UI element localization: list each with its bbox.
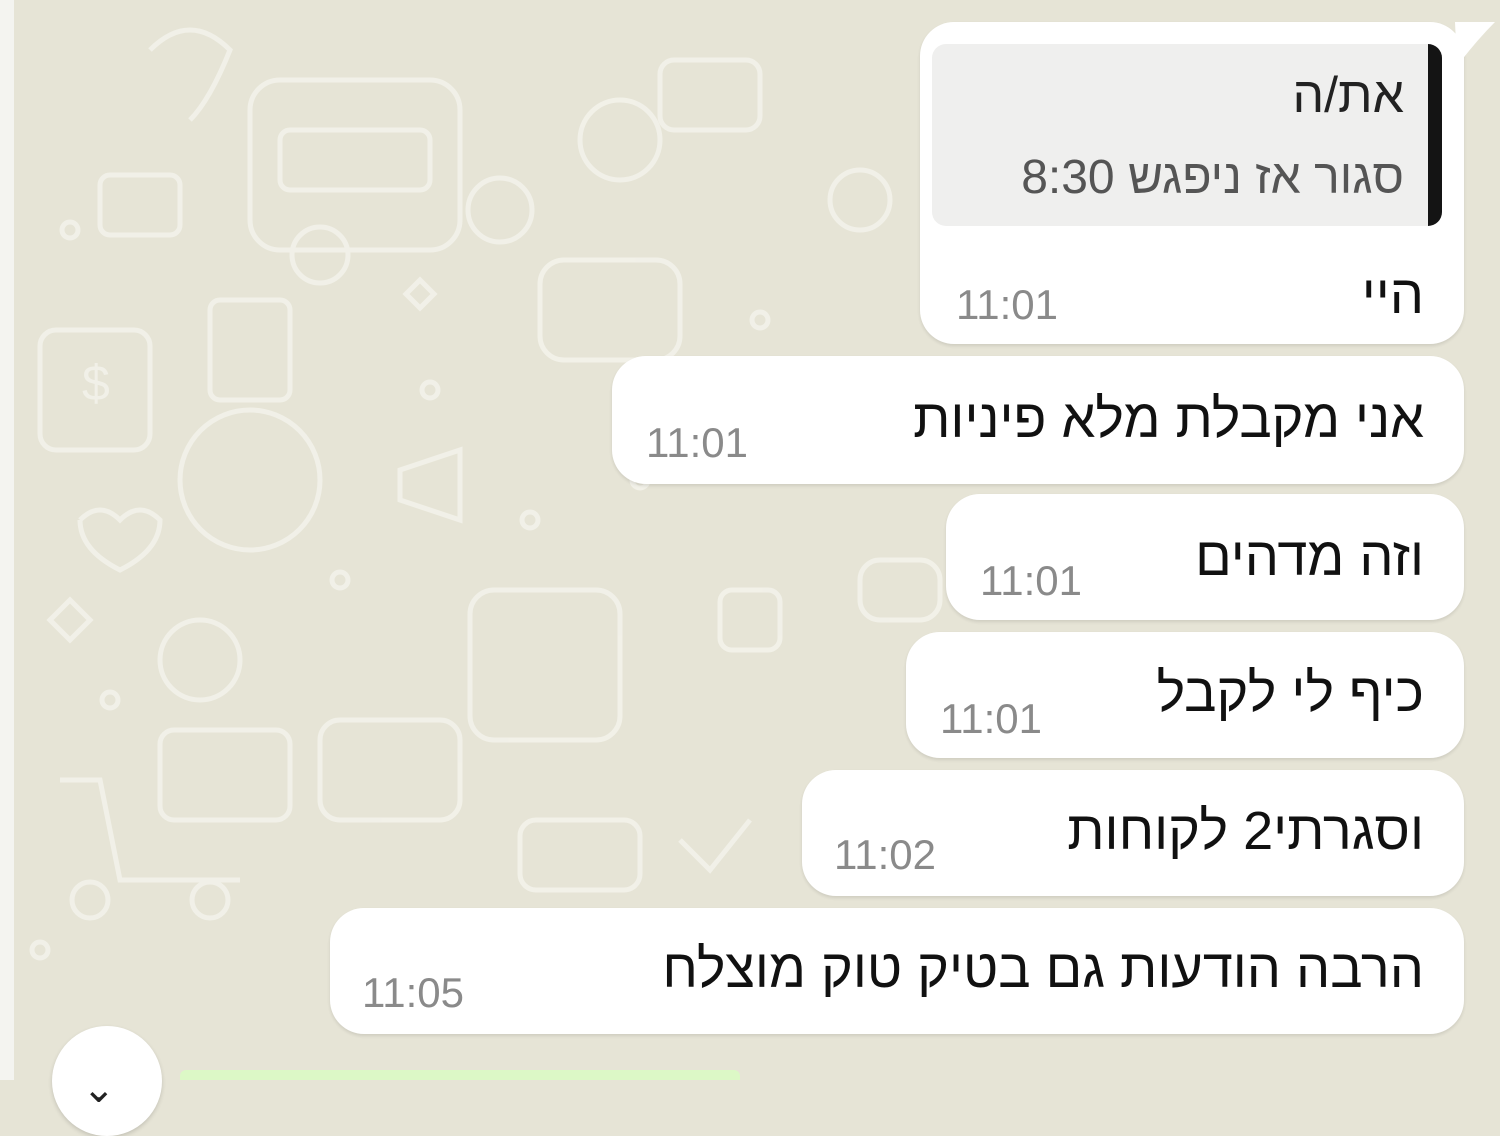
message-bubble[interactable]: כיף לי לקבל 11:01 [906,632,1464,758]
message-time: 11:02 [834,831,936,878]
message-text: היי [1361,265,1424,325]
chevron-down-icon: ⌄ [82,1067,116,1111]
message-time: 11:01 [980,557,1082,604]
message-time: 11:01 [646,419,748,466]
message-bubble[interactable]: הרבה הודעות גם בטיק טוק מוצלח 11:05 [330,908,1464,1034]
message-bubble[interactable]: וסגרתי2 לקוחות 11:02 [802,770,1464,896]
message-bubble[interactable]: וזה מדהים 11:01 [946,494,1464,620]
message-time: 11:05 [362,969,464,1016]
message-text: וזה מדהים [1195,527,1424,587]
new-message-bar [180,1070,740,1080]
svg-text:$: $ [82,355,110,411]
quoted-text: סגור אז ניפגש 8:30 [1021,151,1404,204]
quoted-message[interactable]: את/ה סגור אז ניפגש 8:30 [932,44,1442,226]
message-text: וסגרתי2 לקוחות [1067,801,1424,861]
message-bubble[interactable]: אני מקבלת מלא פיניות 11:01 [612,356,1464,484]
quoted-author: את/ה [1292,67,1404,123]
message-text: כיף לי לקבל [1156,663,1424,723]
quote-accent-bar [1428,44,1442,226]
message-text: אני מקבלת מלא פיניות [913,389,1424,449]
message-time: 11:01 [940,695,1042,742]
message-text: הרבה הודעות גם בטיק טוק מוצלח [662,939,1424,999]
left-edge-strip [0,0,14,1080]
scroll-down-button[interactable]: ⌄ [52,1026,162,1136]
reply-message-bubble[interactable]: את/ה סגור אז ניפגש 8:30 היי 11:01 [920,22,1464,344]
message-time: 11:01 [956,281,1058,328]
bubble-tail-icon [1455,22,1495,62]
